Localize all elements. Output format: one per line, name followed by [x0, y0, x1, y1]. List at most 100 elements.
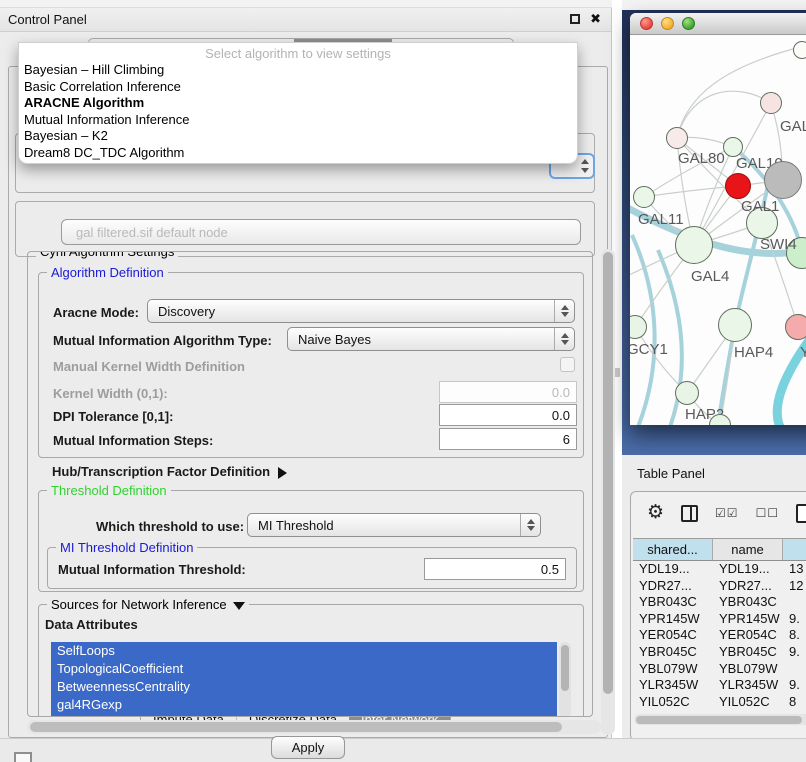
table-cell: YLR345W [633, 677, 713, 694]
network-node[interactable] [633, 186, 655, 208]
mi-steps-field[interactable]: 6 [439, 428, 577, 450]
select-all-columns-icon[interactable]: ☑☑ [715, 506, 739, 520]
table-row[interactable]: YPR145WYPR145W9. [633, 611, 806, 628]
node-label: GAL4 [691, 268, 729, 285]
network-node[interactable] [723, 137, 743, 157]
close-icon[interactable]: ✖ [590, 12, 601, 26]
attribute-item[interactable]: SelfLoops [51, 642, 557, 660]
scrollbar-thumb[interactable] [561, 645, 569, 691]
kernel-width-label: Kernel Width (0,1): [53, 386, 168, 401]
table-row[interactable]: YIL052CYIL052C8 [633, 694, 806, 706]
network-window-titlebar[interactable] [630, 13, 806, 35]
combo-stepper-icon [554, 300, 574, 322]
column-header[interactable] [783, 539, 806, 560]
network-canvas[interactable]: GALGAL80GAL10GAL1GAL11GAL4SWI4GCY1HAP4YH… [630, 35, 806, 425]
mi-threshold-label: Mutual Information Threshold: [58, 562, 246, 577]
minimize-traffic-icon[interactable] [661, 17, 674, 30]
network-node[interactable] [666, 127, 688, 149]
table-cell: YBR043C [633, 594, 713, 611]
table-cell: 12 [783, 578, 806, 595]
algorithm-option[interactable]: Bayesian – Hill Climbing [19, 62, 577, 79]
table-row[interactable]: YBL079WYBL079W [633, 661, 806, 678]
table-row[interactable]: YDR27...YDR27...12 [633, 578, 806, 595]
network-node[interactable] [760, 92, 782, 114]
kernel-width-field[interactable]: 0.0 [439, 381, 577, 403]
sources-group-title[interactable]: Sources for Network Inference [47, 597, 249, 612]
table-cell: YIL052C [633, 694, 713, 706]
deselect-all-columns-icon[interactable]: ☐☐ [756, 506, 780, 520]
network-node[interactable] [785, 314, 806, 340]
table-cell [783, 594, 806, 611]
table-row[interactable]: YBR043CYBR043C [633, 594, 806, 611]
attributes-scrollbar[interactable] [559, 642, 571, 717]
mi-algorithm-type-combo[interactable]: Naive Bayes [287, 327, 575, 351]
table-toolbar: ⚙ ☑☑ ☐☐ [631, 498, 806, 528]
export-table-icon[interactable] [796, 504, 806, 523]
dpi-tolerance-value: 0.0 [552, 408, 570, 423]
network-view-window[interactable]: GALGAL80GAL10GAL1GAL11GAL4SWI4GCY1HAP4YH… [630, 13, 806, 425]
table-cell: YDR27... [713, 578, 783, 595]
settings-vertical-scrollbar[interactable] [601, 249, 615, 735]
node-label: GCY1 [630, 341, 668, 358]
attribute-item[interactable]: BetweennessCentrality [51, 678, 557, 696]
scrollbar-thumb[interactable] [603, 252, 613, 694]
algorithm-definition-group: Algorithm Definition Aracne Mode: Discov… [38, 272, 584, 458]
data-attributes-list[interactable]: SelfLoopsTopologicalCoefficientBetweenne… [51, 642, 557, 717]
network-data-combo[interactable]: gal filtered.sif default node [61, 219, 581, 245]
network-node[interactable] [764, 161, 802, 199]
network-node[interactable] [725, 173, 751, 199]
attribute-item[interactable]: TopologicalCoefficient [51, 660, 557, 678]
column-browser-icon[interactable] [681, 505, 698, 522]
dpi-tolerance-field[interactable]: 0.0 [439, 404, 577, 426]
table-cell: YLR345W [713, 677, 783, 694]
close-traffic-icon[interactable] [640, 17, 653, 30]
collapsed-arrow-icon [278, 467, 287, 479]
algorithm-option[interactable]: Mutual Information Inference [19, 112, 577, 129]
kernel-width-value: 0.0 [552, 385, 570, 400]
table-cell: 9. [783, 611, 806, 628]
node-label: GAL11 [638, 211, 684, 228]
apply-button-label: Apply [292, 740, 325, 755]
settings-group-title: Cyni Algorithm Settings [36, 251, 178, 259]
screen: Control Panel ✖ NetworkStyleSelectCyni T… [0, 0, 806, 762]
table-cell: YER054C [713, 627, 783, 644]
aracne-mode-combo[interactable]: Discovery [147, 299, 575, 323]
network-node[interactable] [675, 381, 699, 405]
zoom-traffic-icon[interactable] [682, 17, 695, 30]
algorithm-option[interactable]: Bayesian – K2 [19, 128, 577, 145]
algorithm-option[interactable]: Basic Correlation Inference [19, 79, 577, 96]
scrollbar-thumb[interactable] [30, 722, 562, 732]
table-row[interactable]: YDL19...YDL19...13 [633, 561, 806, 578]
settings-horizontal-scrollbar[interactable] [27, 720, 601, 734]
algorithm-popup-list: Bayesian – Hill ClimbingBasic Correlatio… [19, 62, 577, 161]
table-horizontal-scrollbar[interactable] [634, 714, 806, 725]
network-node[interactable] [675, 226, 713, 264]
attribute-item[interactable]: gal4RGexp [51, 696, 557, 714]
combo-stepper-icon [554, 328, 574, 350]
table-cell: 13 [783, 561, 806, 578]
which-threshold-combo[interactable]: MI Threshold [247, 513, 541, 537]
float-window-icon[interactable] [570, 14, 580, 24]
hub-definition-toggle[interactable]: Hub/Transcription Factor Definition [52, 464, 287, 479]
network-node[interactable] [718, 308, 752, 342]
column-header[interactable]: name [713, 539, 783, 560]
table-cell: YPR145W [633, 611, 713, 628]
table-cell: YDR27... [633, 578, 713, 595]
table-panel-region: Table Panel ⚙ ☑☑ ☐☐ shared...name YDL19.… [622, 455, 806, 762]
table-cell: YBL079W [713, 661, 783, 678]
algorithm-option[interactable]: ARACNE Algorithm [19, 95, 577, 112]
column-header[interactable]: shared... [633, 539, 713, 560]
dpi-tolerance-label: DPI Tolerance [0,1]: [53, 409, 173, 424]
table-row[interactable]: YLR345WYLR345W9. [633, 677, 806, 694]
algorithm-option[interactable]: Dream8 DC_TDC Algorithm [19, 145, 577, 162]
table-row[interactable]: YER054CYER054C8. [633, 627, 806, 644]
table-cell: YBR043C [713, 594, 783, 611]
mi-threshold-field[interactable]: 0.5 [424, 558, 566, 580]
gear-icon[interactable]: ⚙ [647, 503, 664, 523]
minimized-panel-icon[interactable] [14, 752, 32, 762]
apply-button[interactable]: Apply [271, 736, 345, 759]
scrollbar-thumb[interactable] [636, 716, 802, 724]
manual-kernel-width-checkbox[interactable] [560, 357, 575, 372]
network-node[interactable] [793, 41, 806, 59]
table-row[interactable]: YBR045CYBR045C9. [633, 644, 806, 661]
